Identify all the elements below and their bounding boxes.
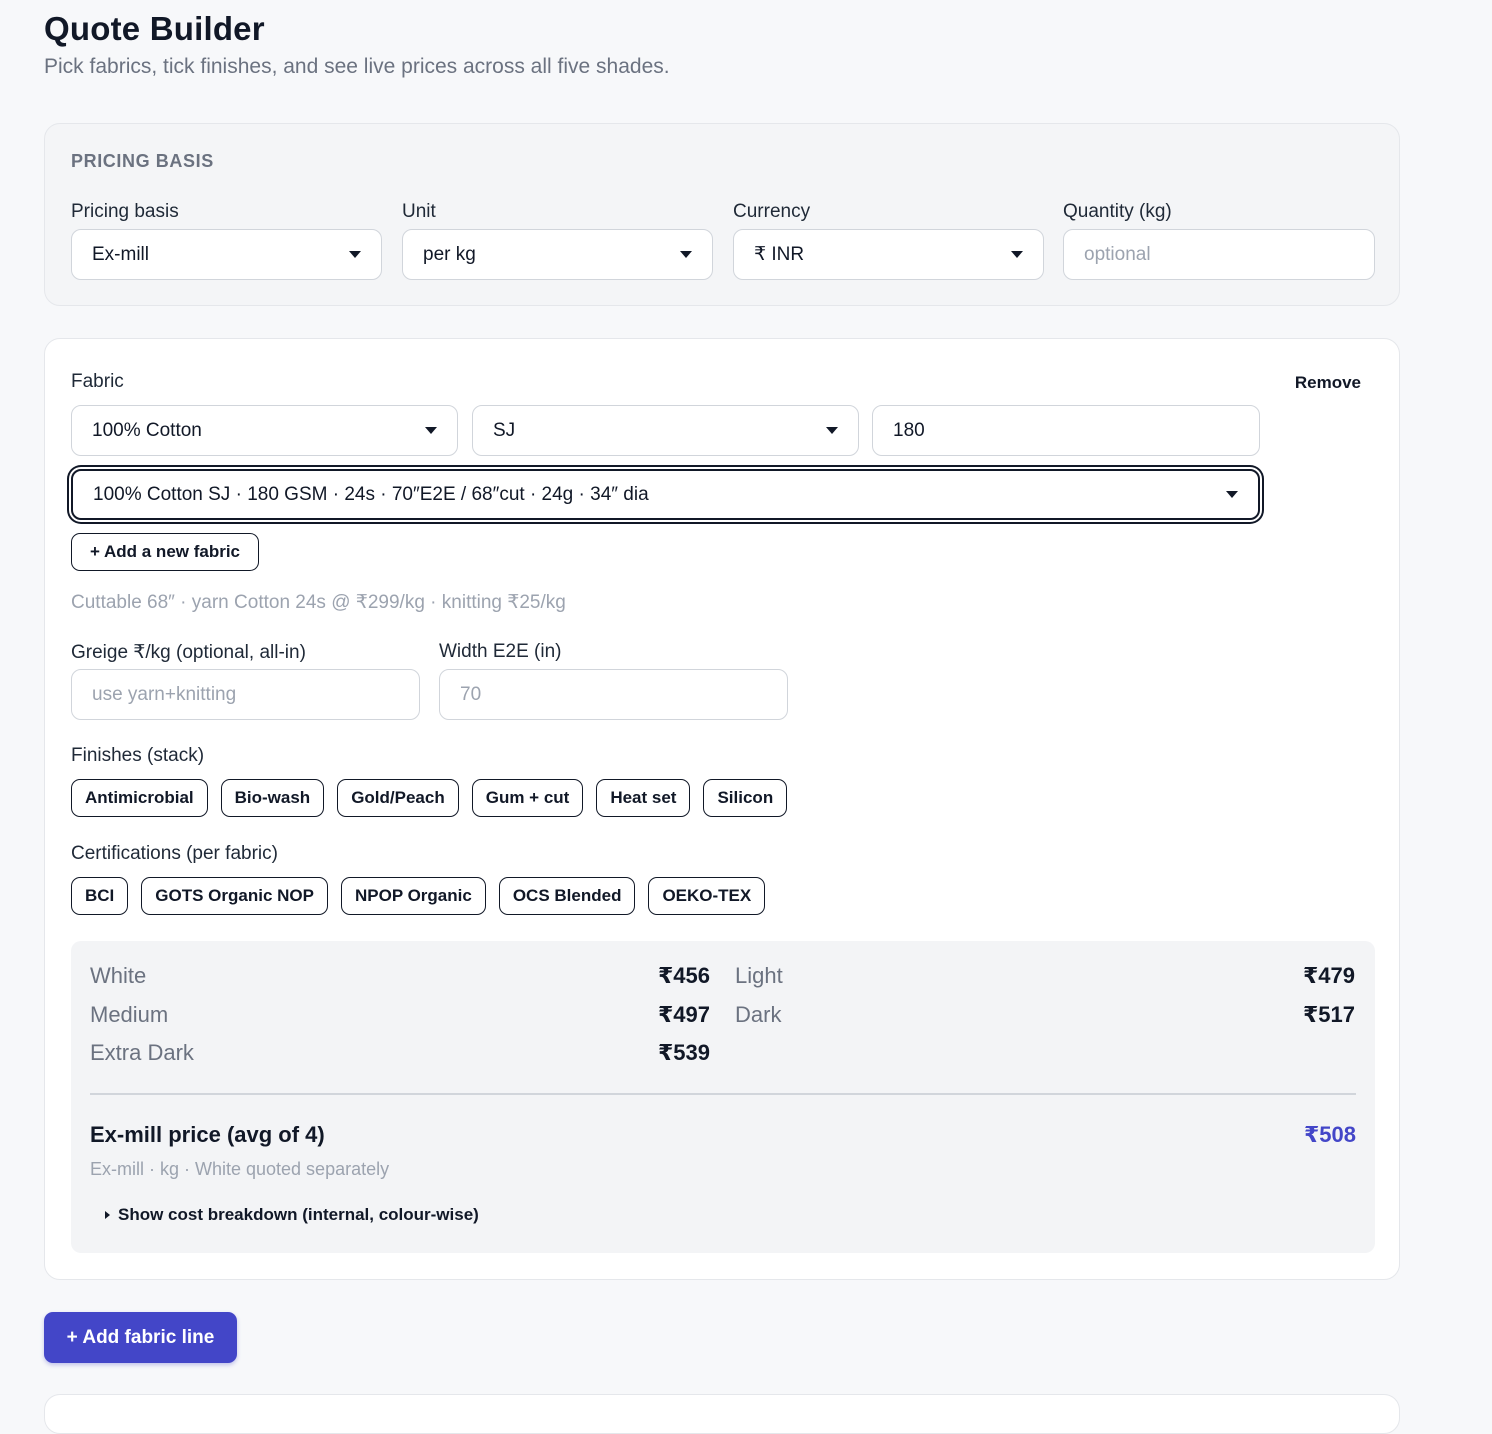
shade-price-medium: ₹497 — [657, 1002, 710, 1027]
quantity-input[interactable]: optional — [1063, 229, 1375, 280]
certifications-chip-group: BCI GOTS Organic NOP NPOP Organic OCS Bl… — [71, 877, 766, 915]
finish-chip-heat-set[interactable]: Heat set — [596, 779, 691, 817]
unit-value: per kg — [423, 243, 476, 265]
fabric-variant-value: 100% Cotton SJ · 180 GSM · 24s · 70″E2E … — [93, 483, 649, 505]
remove-fabric-button[interactable]: Remove — [1295, 373, 1361, 393]
page-subtitle: Pick fabrics, tick finishes, and see liv… — [44, 55, 670, 78]
chevron-down-icon — [680, 251, 692, 258]
pricing-basis-section-title: PRICING BASIS — [71, 151, 214, 171]
finish-chip-antimicrobial[interactable]: Antimicrobial — [71, 779, 208, 817]
price-summary-panel: White ₹456 Light ₹479 Medium ₹497 Dark ₹… — [71, 941, 1375, 1253]
next-card — [44, 1394, 1400, 1434]
finish-chip-bio-wash[interactable]: Bio-wash — [220, 779, 325, 817]
cert-chip-oeko-tex[interactable]: OEKO-TEX — [648, 877, 766, 915]
width-input[interactable]: 70 — [439, 669, 788, 720]
gsm-value: 180 — [893, 419, 925, 441]
fabric-variant-select[interactable]: 100% Cotton SJ · 180 GSM · 24s · 70″E2E … — [71, 469, 1260, 520]
cert-chip-npop[interactable]: NPOP Organic — [340, 877, 486, 915]
unit-label: Unit — [402, 201, 436, 222]
shade-name-dark: Dark — [735, 1002, 782, 1027]
pricing-basis-select[interactable]: Ex-mill — [71, 229, 382, 280]
currency-label: Currency — [733, 201, 811, 222]
chevron-down-icon — [1226, 491, 1238, 498]
currency-select[interactable]: ₹ INR — [733, 229, 1044, 280]
shade-name-medium: Medium — [90, 1002, 169, 1027]
finish-chip-gum-cut[interactable]: Gum + cut — [471, 779, 584, 817]
chevron-down-icon — [425, 427, 437, 434]
greige-placeholder: use yarn+knitting — [92, 683, 237, 705]
cert-chip-bci[interactable]: BCI — [71, 877, 129, 915]
average-price-note: Ex-mill · kg · White quoted separately — [90, 1159, 390, 1179]
chevron-down-icon — [349, 251, 361, 258]
currency-value: ₹ INR — [754, 244, 805, 265]
cost-breakdown-label: Show cost breakdown (internal, colour-wi… — [118, 1205, 479, 1224]
cost-breakdown-toggle[interactable]: Show cost breakdown (internal, colour-wi… — [105, 1205, 479, 1225]
price-divider — [90, 1093, 1356, 1095]
shade-price-extra-dark: ₹539 — [657, 1040, 710, 1065]
shade-price-light: ₹479 — [1302, 963, 1355, 988]
greige-input[interactable]: use yarn+knitting — [71, 669, 420, 720]
fabric-label: Fabric — [71, 371, 124, 392]
shade-price-dark: ₹517 — [1302, 1002, 1355, 1027]
cert-chip-ocs[interactable]: OCS Blended — [498, 877, 636, 915]
certifications-label: Certifications (per fabric) — [71, 843, 278, 864]
shade-price-white: ₹456 — [657, 963, 710, 988]
fabric-line-card: Fabric Remove 100% Cotton SJ 180 100% Co… — [44, 338, 1400, 1280]
quantity-label: Quantity (kg) — [1063, 201, 1172, 222]
pricing-basis-label: Pricing basis — [71, 201, 179, 222]
add-fabric-line-button[interactable]: + Add fabric line — [44, 1312, 237, 1363]
pricing-basis-value: Ex-mill — [92, 243, 149, 265]
pricing-basis-card: PRICING BASIS Pricing basis Ex-mill Unit… — [44, 123, 1400, 306]
composition-select[interactable]: 100% Cotton — [71, 405, 458, 456]
chevron-down-icon — [1011, 251, 1023, 258]
average-price-label: Ex-mill price (avg of 4) — [90, 1122, 325, 1147]
structure-value: SJ — [493, 419, 516, 441]
cert-chip-gots[interactable]: GOTS Organic NOP — [141, 877, 328, 915]
width-label: Width E2E (in) — [439, 641, 562, 662]
add-new-fabric-button[interactable]: + Add a new fabric — [71, 533, 259, 571]
structure-select[interactable]: SJ — [472, 405, 859, 456]
shade-name-extra-dark: Extra Dark — [90, 1040, 194, 1065]
finishes-label: Finishes (stack) — [71, 745, 205, 766]
unit-select[interactable]: per kg — [402, 229, 713, 280]
shade-name-white: White — [90, 963, 147, 988]
quantity-placeholder: optional — [1084, 243, 1151, 265]
chevron-down-icon — [826, 427, 838, 434]
composition-value: 100% Cotton — [92, 419, 202, 441]
page-title: Quote Builder — [44, 10, 265, 47]
width-placeholder: 70 — [460, 683, 482, 705]
average-price-value: ₹508 — [1303, 1122, 1356, 1147]
finishes-chip-group: Antimicrobial Bio-wash Gold/Peach Gum + … — [71, 779, 788, 817]
gsm-input[interactable]: 180 — [872, 405, 1260, 456]
finish-chip-silicon[interactable]: Silicon — [703, 779, 788, 817]
greige-label: Greige ₹/kg (optional, all-in) — [71, 642, 306, 663]
fabric-meta-info: Cuttable 68″ · yarn Cotton 24s @ ₹299/kg… — [71, 592, 566, 613]
disclosure-triangle-icon — [105, 1211, 110, 1219]
finish-chip-gold-peach[interactable]: Gold/Peach — [337, 779, 459, 817]
shade-name-light: Light — [735, 963, 783, 988]
